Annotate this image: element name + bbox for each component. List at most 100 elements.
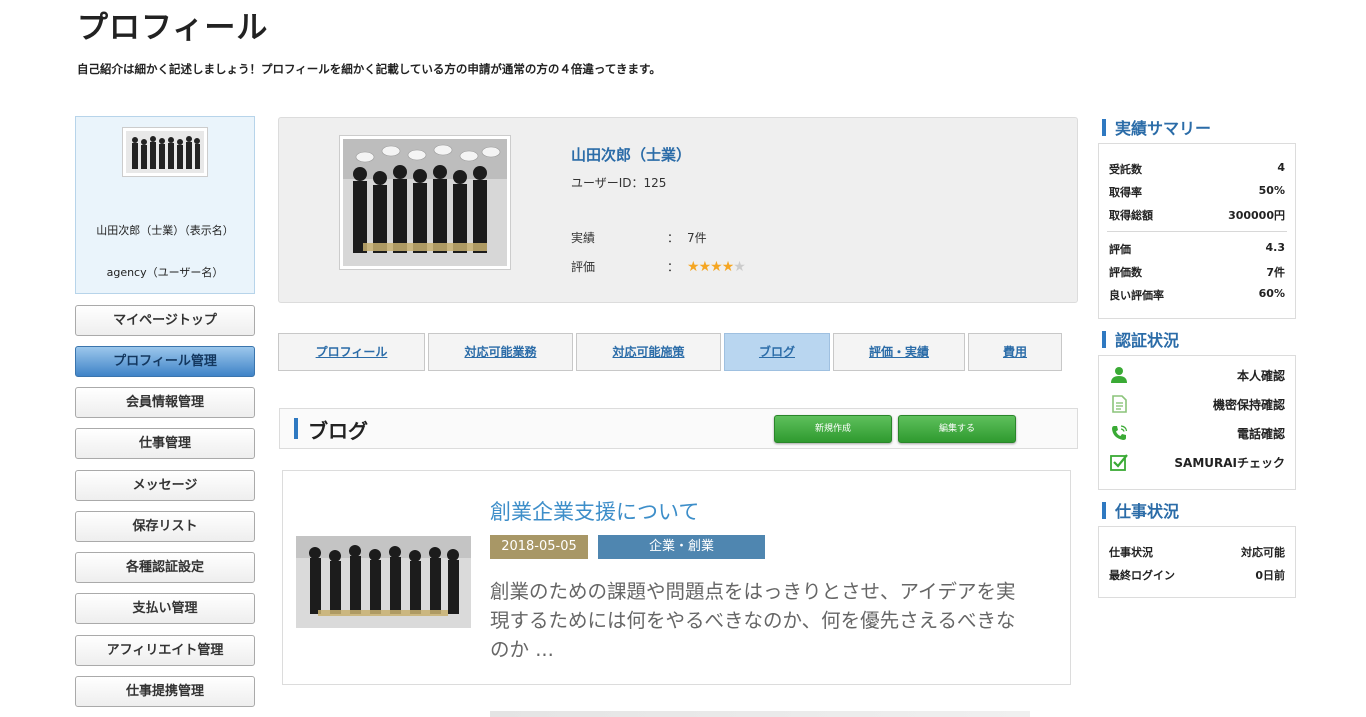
star-filled-icon: ★ xyxy=(721,259,735,275)
summary-row: 受託数 4 xyxy=(1109,161,1285,177)
checkbox-icon xyxy=(1110,454,1128,471)
menu-payment-management[interactable]: 支払い管理 xyxy=(75,593,255,624)
blog-post-image[interactable] xyxy=(296,536,471,628)
blog-post-card[interactable]: 創業企業支援について 2018-05-05 企業・創業 創業のための課題や問題点… xyxy=(282,470,1071,685)
summary-box: 受託数 4 取得率 50% 取得総額 300000円 評価 4.3 評価数 7件 良い評価… xyxy=(1098,143,1296,319)
person-icon xyxy=(1111,367,1127,383)
achievement-row: 実績 ： 7件 xyxy=(571,229,707,246)
tab-fees[interactable]: 費用 xyxy=(968,333,1062,371)
new-post-button[interactable]: 新規作成 xyxy=(774,415,892,443)
divider xyxy=(1107,231,1287,232)
star-empty-icon: ★ xyxy=(733,259,746,275)
heading-bar xyxy=(294,418,298,439)
summary-row: 取得総額 300000円 xyxy=(1109,207,1285,223)
menu-messages[interactable]: メッセージ xyxy=(75,470,255,501)
summary-value: 50% xyxy=(1258,184,1285,197)
summary-label: 受託数 xyxy=(1109,163,1142,176)
heading-bar xyxy=(1102,119,1106,136)
certification-heading: 認証状況 xyxy=(1102,327,1179,351)
summary-value: 60% xyxy=(1258,287,1285,300)
menu-profile-management[interactable]: プロフィール管理 xyxy=(75,346,255,377)
profile-card: 山田次郎（士業） ユーザーID：125 実績 ： 7件 評価 ： ★★★★★ xyxy=(278,117,1078,303)
document-icon xyxy=(1112,395,1127,413)
cert-row-samurai: SAMURAIチェック xyxy=(1109,452,1285,474)
profile-image xyxy=(339,135,511,270)
summary-label: 取得率 xyxy=(1109,186,1142,199)
blog-header: ブログ 新規作成 編集する xyxy=(279,408,1078,449)
achievement-label: 実績 xyxy=(571,231,596,245)
tab-blog[interactable]: ブログ xyxy=(724,333,830,371)
work-status-box: 仕事状況 対応可能 最終ログイン 0日前 xyxy=(1098,526,1296,598)
last-login-label: 最終ログイン xyxy=(1109,569,1175,582)
rating-label: 評価 xyxy=(571,260,596,274)
summary-value: 4.3 xyxy=(1265,241,1286,254)
tab-ratings-results[interactable]: 評価・実績 xyxy=(833,333,965,371)
blog-post-category[interactable]: 企業・創業 xyxy=(598,535,765,559)
summary-row: 評価数 7件 xyxy=(1109,264,1285,280)
blog-heading: ブログ xyxy=(308,419,368,443)
star-filled-icon: ★ xyxy=(710,259,723,275)
colon: ： xyxy=(667,260,680,274)
blog-post-excerpt: 創業のための課題や問題点をはっきりとさせ、アイデアを実現するためには何をやるべき… xyxy=(490,580,1016,661)
phone-icon xyxy=(1112,425,1128,440)
work-status-value: 対応可能 xyxy=(1241,546,1285,559)
menu-mypage-top[interactable]: マイページトップ xyxy=(75,305,255,336)
menu-saved-list[interactable]: 保存リスト xyxy=(75,511,255,542)
summary-row: 評価 4.3 xyxy=(1109,241,1285,257)
summary-label: 良い評価率 xyxy=(1109,289,1164,302)
work-status-heading-text: 仕事状況 xyxy=(1115,502,1180,521)
profile-username: agency（ユーザー名） xyxy=(106,266,224,279)
cert-label: 電話確認 xyxy=(1236,427,1285,441)
summary-label: 評価数 xyxy=(1109,266,1142,279)
blog-post-date: 2018-05-05 xyxy=(490,535,588,559)
profile-user-id: ユーザーID：125 xyxy=(571,176,667,190)
cert-row-nda: 機密保持確認 xyxy=(1109,394,1285,416)
rating-row: 評価 ： ★★★★★ xyxy=(571,258,746,275)
tab-profile[interactable]: プロフィール xyxy=(278,333,425,371)
star-filled-icon: ★ xyxy=(698,259,712,275)
tab-available-services[interactable]: 対応可能業務 xyxy=(428,333,573,371)
heading-bar xyxy=(1102,502,1106,519)
tab-available-measures[interactable]: 対応可能施策 xyxy=(576,333,721,371)
heading-bar xyxy=(1102,331,1106,348)
colon: ： xyxy=(667,231,680,245)
menu-job-management[interactable]: 仕事管理 xyxy=(75,428,255,459)
business-people-image xyxy=(343,139,507,266)
profile-summary-box: 山田次郎（士業）（表示名） agency（ユーザー名） xyxy=(75,116,255,294)
summary-heading: 実績サマリー xyxy=(1102,115,1211,139)
summary-value: 7件 xyxy=(1266,266,1285,279)
summary-heading-text: 実績サマリー xyxy=(1115,119,1212,138)
certification-box: 本人確認 機密保持確認 電話確認 SAMURAIチェック xyxy=(1098,355,1296,490)
menu-member-info[interactable]: 会員情報管理 xyxy=(75,387,255,418)
summary-label: 取得総額 xyxy=(1109,209,1153,222)
certification-heading-text: 認証状況 xyxy=(1115,331,1180,350)
cert-label: 機密保持確認 xyxy=(1212,398,1285,412)
cert-row-phone: 電話確認 xyxy=(1109,423,1285,445)
profile-name: 山田次郎（士業） xyxy=(571,146,692,164)
menu-job-partnership[interactable]: 仕事提携管理 xyxy=(75,676,255,707)
summary-value: 4 xyxy=(1277,161,1285,174)
blog-post-title[interactable]: 創業企業支援について xyxy=(490,496,699,526)
next-post-preview xyxy=(490,711,1030,717)
summary-row: 良い評価率 60% xyxy=(1109,287,1285,303)
work-status-heading: 仕事状況 xyxy=(1102,498,1179,522)
work-status-label: 仕事状況 xyxy=(1109,546,1153,559)
cert-label: SAMURAIチェック xyxy=(1174,456,1285,470)
summary-label: 評価 xyxy=(1109,243,1131,256)
summary-value: 300000円 xyxy=(1228,209,1285,222)
page-subtitle: 自己紹介は細かく記述しましょう！プロフィールを細かく記載している方の申請が通常の… xyxy=(77,62,661,76)
edit-button[interactable]: 編集する xyxy=(898,415,1016,443)
menu-affiliate-management[interactable]: アフィリエイト管理 xyxy=(75,635,255,666)
rating-stars: ★★★★★ xyxy=(687,259,746,275)
summary-row: 取得率 50% xyxy=(1109,184,1285,200)
last-login-value: 0日前 xyxy=(1255,569,1285,582)
cert-label: 本人確認 xyxy=(1236,369,1285,383)
last-login-row: 最終ログイン 0日前 xyxy=(1109,567,1285,583)
business-people-image xyxy=(126,131,204,173)
page-title: プロフィール xyxy=(77,10,269,46)
menu-certification-settings[interactable]: 各種認証設定 xyxy=(75,552,255,583)
achievement-value: 7件 xyxy=(687,231,707,245)
work-status-row: 仕事状況 対応可能 xyxy=(1109,544,1285,560)
profile-thumbnail xyxy=(122,127,208,177)
profile-display-name: 山田次郎（士業）（表示名） xyxy=(96,224,234,237)
